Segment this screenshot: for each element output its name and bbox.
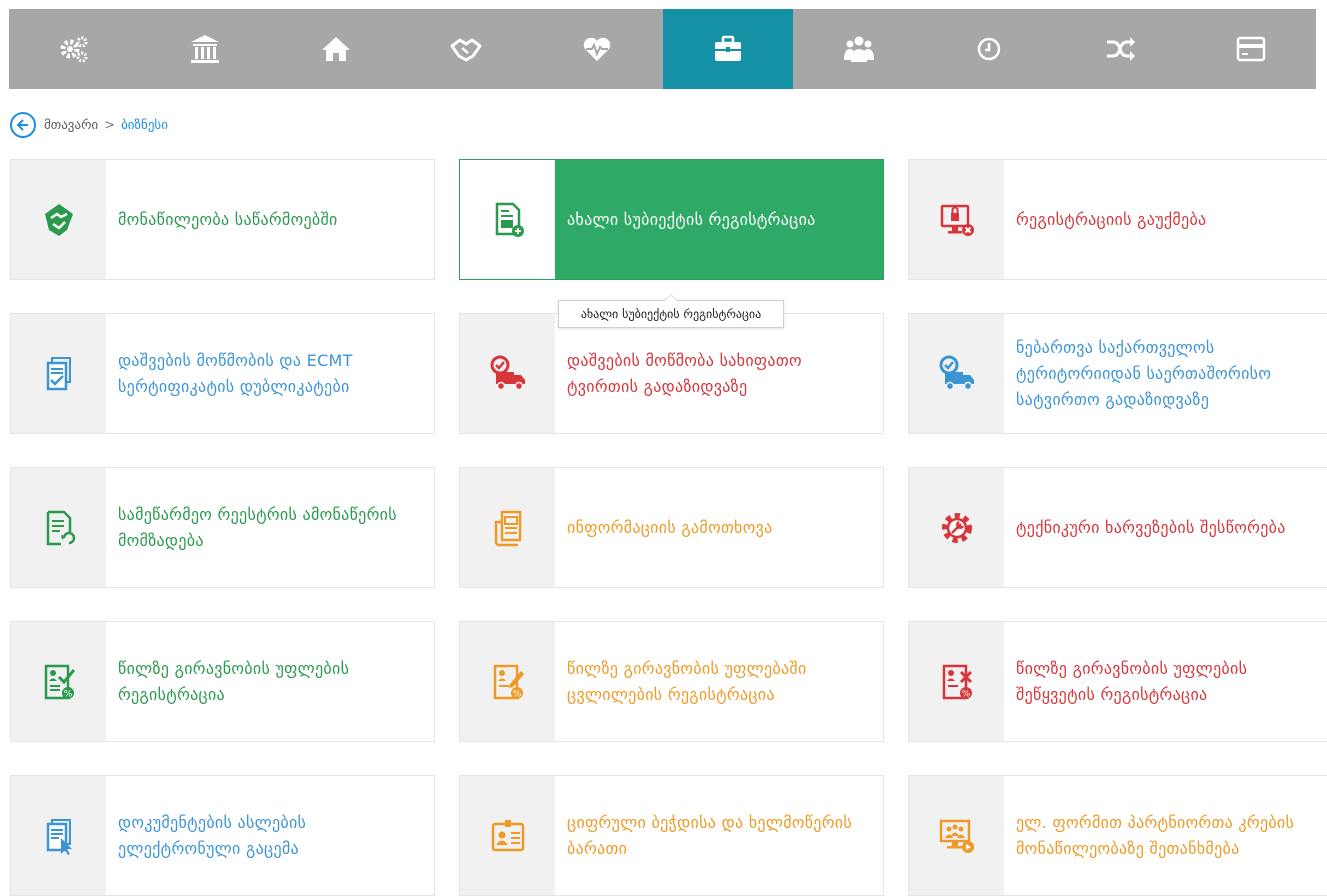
tab-settings[interactable] [9, 9, 140, 89]
card-icon-cell [11, 314, 106, 433]
card-icon-cell: % [909, 622, 1004, 741]
service-card-international-cargo-permit[interactable]: ნებართვა საქართველოს ტერიტორიიდან საერთა… [908, 313, 1327, 434]
card-icon-cell [460, 776, 555, 895]
meeting-screen-icon [939, 819, 974, 853]
document-cursor-icon [46, 818, 72, 855]
card-icon-cell [909, 314, 1004, 433]
card-icon-cell [909, 776, 1004, 895]
service-card-pledge-registration[interactable]: % წილზე გირავნობის უფლების რეგისტრაცია [10, 621, 435, 742]
tooltip: ახალი სუბიექტის რეგისტრაცია [558, 294, 784, 328]
tab-partnership[interactable] [401, 9, 532, 89]
home-icon [321, 37, 350, 61]
document-percent-edit-icon: % [493, 664, 524, 699]
shuffle-icon [1106, 37, 1135, 61]
handshake-icon [44, 203, 73, 236]
document-stack-icon [494, 510, 521, 546]
card-icon-cell [11, 468, 106, 587]
gears-icon [60, 36, 88, 63]
service-card-technical-corrections[interactable]: ტექნიკური ხარვეზების შესწორება [908, 467, 1327, 588]
card-label: ელ. ფორმით პარტნიორთა კრების მონაწილეობა… [1016, 812, 1295, 858]
card-label: სამეწარმეო რეესტრის ამონაწერის მომზადება [118, 504, 397, 550]
card-label: წილზე გირავნობის უფლების რეგისტრაცია [118, 658, 350, 704]
breadcrumb-separator: > [104, 117, 116, 133]
card-label: რეგისტრაციის გაუქმება [1016, 209, 1207, 229]
top-nav-bar [9, 9, 1316, 89]
people-icon [843, 36, 874, 62]
back-button[interactable] [10, 112, 36, 138]
service-card-participation[interactable]: მონაწილეობა საწარმოებში [10, 159, 435, 280]
svg-text:%: % [63, 689, 72, 699]
service-card-ecmt-duplicates[interactable]: დაშვების მოწმობის და ECMT სერტიფიკატის დ… [10, 313, 435, 434]
monitor-lock-icon [940, 204, 974, 236]
card-label: წილზე გირავნობის უფლების შეწყვეტის რეგის… [1016, 658, 1248, 704]
card-label: დაშვების მოწმობა სახიფათო ტვირთის გადაზი… [567, 350, 802, 396]
tab-payments[interactable] [1185, 9, 1316, 89]
card-icon [1236, 36, 1265, 62]
card-icon-cell [460, 468, 555, 587]
card-label: დოკუმენტების ასლების ელექტრონული გაცემა [118, 812, 307, 858]
id-card-icon [491, 819, 524, 851]
handshake-icon [450, 38, 482, 62]
service-card-digital-stamp-card[interactable]: ციფრული ბეჭდისა და ხელმოწერის ბარათი [459, 775, 884, 896]
briefcase-icon [714, 35, 741, 61]
heartbeat-icon [583, 37, 611, 61]
service-card-pledge-change-registration[interactable]: % წილზე გირავნობის უფლებაში ცვლილების რე… [459, 621, 884, 742]
clock-icon [978, 37, 1001, 61]
arrow-left-icon [16, 119, 28, 131]
document-percent-cancel-icon: % [942, 664, 972, 699]
tab-community[interactable] [793, 9, 924, 89]
breadcrumb: მთავარი > ბიზნესი [10, 108, 168, 142]
card-icon-cell [909, 160, 1004, 279]
card-label: ახალი სუბიექტის რეგისტრაცია [567, 209, 816, 229]
card-icon-cell [11, 160, 106, 279]
gear-wrench-icon [941, 512, 972, 543]
truck-check-icon [939, 355, 974, 390]
svg-text:%: % [512, 689, 521, 699]
tab-business[interactable] [662, 9, 794, 89]
card-icon-cell [460, 314, 555, 433]
card-label: ტექნიკური ხარვეზების შესწორება [1016, 517, 1286, 537]
card-label: დაშვების მოწმობის და ECMT სერტიფიკატის დ… [118, 350, 353, 396]
truck-check-icon [490, 355, 525, 390]
service-card-pledge-termination-registration[interactable]: % წილზე გირავნობის უფლების შეწყვეტის რეგ… [908, 621, 1327, 742]
service-card-new-entity-registration[interactable]: ახალი სუბიექტის რეგისტრაცია [459, 159, 884, 280]
service-card-dangerous-cargo-permit[interactable]: დაშვების მოწმობა სახიფათო ტვირთის გადაზი… [459, 313, 884, 434]
tab-home[interactable] [270, 9, 401, 89]
card-icon-cell: % [11, 622, 106, 741]
tab-exchange[interactable] [1055, 9, 1186, 89]
documents-check-icon [46, 356, 71, 390]
document-percent-check-icon: % [44, 664, 75, 699]
card-label: ნებართვა საქართველოს ტერიტორიიდან საერთა… [1016, 337, 1272, 409]
card-label: წილზე გირავნობის უფლებაში ცვლილების რეგი… [567, 658, 807, 704]
bank-icon [191, 35, 220, 63]
breadcrumb-current[interactable]: ბიზნესი [121, 118, 168, 133]
service-card-information-request[interactable]: ინფორმაციის გამოთხოვა [459, 467, 884, 588]
service-card-registration-cancellation[interactable]: რეგისტრაციის გაუქმება [908, 159, 1327, 280]
card-label: ინფორმაციის გამოთხოვა [567, 517, 773, 537]
document-add-icon [495, 202, 524, 237]
svg-text:%: % [961, 689, 970, 699]
card-icon-cell: % [460, 622, 555, 741]
tab-time[interactable] [924, 9, 1055, 89]
card-icon-cell [460, 160, 555, 279]
service-card-registry-extract[interactable]: სამეწარმეო რეესტრის ამონაწერის მომზადება [10, 467, 435, 588]
card-icon-cell [909, 468, 1004, 587]
card-label: ციფრული ბეჭდისა და ხელმოწერის ბარათი [567, 812, 853, 858]
tab-bank[interactable] [140, 9, 271, 89]
tab-health[interactable] [532, 9, 663, 89]
card-label: მონაწილეობა საწარმოებში [118, 209, 338, 229]
document-refresh-icon [46, 510, 75, 545]
card-icon-cell [11, 776, 106, 895]
breadcrumb-home-link[interactable]: მთავარი [44, 118, 98, 133]
service-card-electronic-copies[interactable]: დოკუმენტების ასლების ელექტრონული გაცემა [10, 775, 435, 896]
service-card-partners-meeting[interactable]: ელ. ფორმით პარტნიორთა კრების მონაწილეობა… [908, 775, 1327, 896]
